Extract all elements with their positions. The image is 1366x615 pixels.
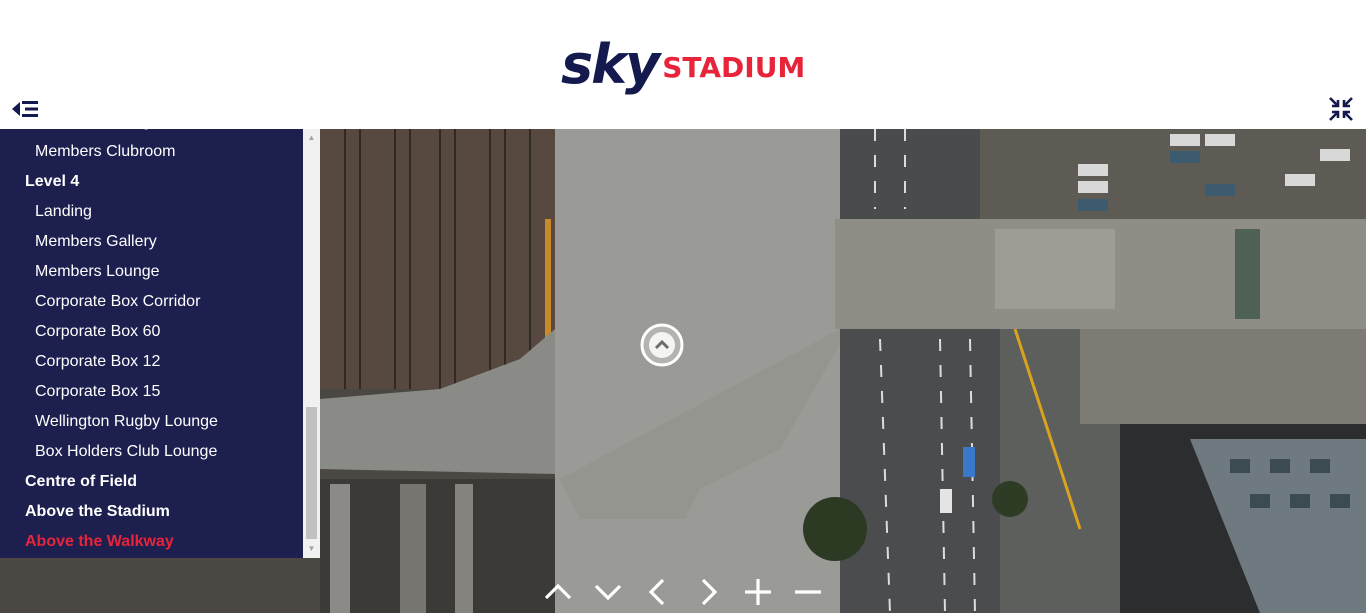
- plus-icon: [745, 579, 771, 605]
- sky-stadium-logo: sky STADIUM: [561, 30, 805, 92]
- menu-group-item[interactable]: Level 4: [0, 167, 303, 197]
- menu-item-active[interactable]: Above the Walkway: [0, 527, 303, 557]
- navigation-hotspot[interactable]: [640, 323, 684, 367]
- chevron-left-icon: [648, 578, 665, 606]
- menu-item[interactable]: Members Clubroom: [0, 137, 303, 167]
- menu-item[interactable]: Landing: [0, 197, 303, 227]
- zoom-out-button[interactable]: [790, 574, 826, 610]
- tilt-up-button[interactable]: [540, 574, 576, 610]
- menu-item[interactable]: Wellington Rugby Lounge: [0, 407, 303, 437]
- scroll-down-arrow-icon[interactable]: ▼: [303, 542, 320, 556]
- fullscreen-icon: [1329, 97, 1353, 121]
- menu-item[interactable]: Box Holders Club Lounge: [0, 437, 303, 467]
- chevron-up-icon: [544, 583, 572, 600]
- menu-item[interactable]: Corporate Box Corridor: [0, 287, 303, 317]
- chevron-up-hotspot-icon: [640, 323, 684, 367]
- panorama-controls: [540, 574, 826, 610]
- menu-item[interactable]: Members Lounge: [0, 257, 303, 287]
- fullscreen-button[interactable]: [1327, 96, 1355, 122]
- chevron-right-icon: [701, 578, 718, 606]
- menu-item[interactable]: Members Gallery: [0, 227, 303, 257]
- menu-toggle-button[interactable]: [10, 98, 40, 120]
- logo-stadium-text: STADIUM: [662, 51, 806, 84]
- logo-sky-text: sky: [561, 33, 660, 96]
- header: sky STADIUM: [0, 0, 1366, 129]
- menu-item[interactable]: Corporate Box 12: [0, 347, 303, 377]
- menu-group-item[interactable]: Centre of Field: [0, 467, 303, 497]
- pan-right-button[interactable]: [690, 574, 726, 610]
- menu-collapse-icon: [12, 101, 38, 117]
- tilt-down-button[interactable]: [590, 574, 626, 610]
- scroll-up-arrow-icon[interactable]: ▲: [303, 131, 320, 145]
- menu-scrollbar[interactable]: ▲ ▼: [303, 129, 320, 558]
- minus-icon: [795, 590, 821, 594]
- scene-menu-list: Members LoungeMembers ClubroomLevel 4Lan…: [0, 129, 303, 557]
- menu-item[interactable]: Corporate Box 15: [0, 377, 303, 407]
- menu-item[interactable]: Members Lounge: [0, 129, 303, 137]
- chevron-down-icon: [594, 584, 622, 601]
- zoom-in-button[interactable]: [740, 574, 776, 610]
- menu-item[interactable]: Corporate Box 60: [0, 317, 303, 347]
- pan-left-button[interactable]: [640, 574, 676, 610]
- scene-menu: Members LoungeMembers ClubroomLevel 4Lan…: [0, 129, 320, 558]
- menu-group-item[interactable]: Above the Stadium: [0, 497, 303, 527]
- scroll-thumb[interactable]: [306, 407, 317, 539]
